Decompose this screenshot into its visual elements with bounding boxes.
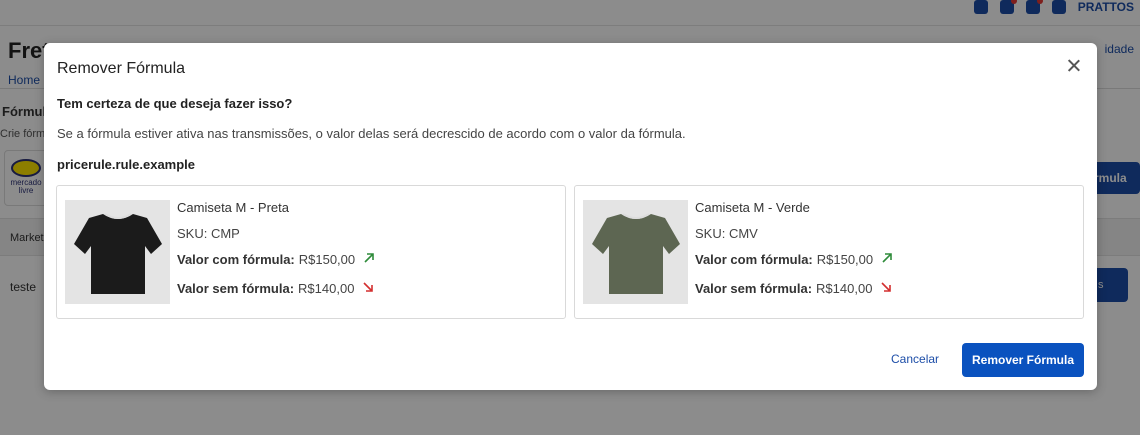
product-sku: SKU: CMV xyxy=(695,226,893,252)
tshirt-icon xyxy=(74,213,162,294)
product-info: Camiseta M - Verde SKU: CMV Valor com fó… xyxy=(695,200,893,310)
price-with-label: Valor com fórmula: xyxy=(177,252,295,267)
product-image xyxy=(583,200,688,304)
dialog-description: Se a fórmula estiver ativa nas transmiss… xyxy=(57,126,686,141)
product-sku: SKU: CMP xyxy=(177,226,375,252)
price-without-value: R$140,00 xyxy=(298,281,355,296)
product-image xyxy=(65,200,170,304)
price-with-value: R$150,00 xyxy=(298,252,356,267)
cancel-button[interactable]: Cancelar xyxy=(891,352,939,366)
product-name: Camiseta M - Verde xyxy=(695,200,810,215)
price-with-formula: Valor com fórmula: R$150,00 xyxy=(177,252,375,281)
arrow-up-right-icon xyxy=(364,253,374,263)
remove-formula-button[interactable]: Remover Fórmula xyxy=(962,343,1084,377)
product-name: Camiseta M - Preta xyxy=(177,200,289,215)
price-without-label: Valor sem fórmula: xyxy=(177,281,295,296)
tshirt-icon xyxy=(592,213,680,294)
arrow-up-right-icon xyxy=(882,253,892,263)
price-without-value: R$140,00 xyxy=(816,281,873,296)
sku-value: CMP xyxy=(210,226,240,241)
product-card: Camiseta M - Verde SKU: CMV Valor com fó… xyxy=(574,185,1084,319)
product-card: Camiseta M - Preta SKU: CMP Valor com fó… xyxy=(56,185,566,319)
product-info: Camiseta M - Preta SKU: CMP Valor com fó… xyxy=(177,200,375,310)
price-without-formula: Valor sem fórmula: R$140,00 xyxy=(177,281,375,310)
price-without-label: Valor sem fórmula: xyxy=(695,281,813,296)
sku-label: SKU: xyxy=(695,226,726,241)
rule-name: pricerule.rule.example xyxy=(57,157,196,172)
price-without-formula: Valor sem fórmula: R$140,00 xyxy=(695,281,893,310)
arrow-down-right-icon xyxy=(881,282,892,292)
remove-formula-dialog: Remover Fórmula Tem certeza de que desej… xyxy=(44,43,1097,390)
close-icon[interactable] xyxy=(1065,57,1083,75)
sku-label: SKU: xyxy=(177,226,208,241)
arrow-down-right-icon xyxy=(363,282,374,292)
price-with-formula: Valor com fórmula: R$150,00 xyxy=(695,252,893,281)
dialog-question: Tem certeza de que deseja fazer isso? xyxy=(57,96,293,111)
sku-value: CMV xyxy=(728,226,758,241)
price-with-value: R$150,00 xyxy=(816,252,874,267)
dialog-title: Remover Fórmula xyxy=(57,60,186,77)
price-with-label: Valor com fórmula: xyxy=(695,252,813,267)
